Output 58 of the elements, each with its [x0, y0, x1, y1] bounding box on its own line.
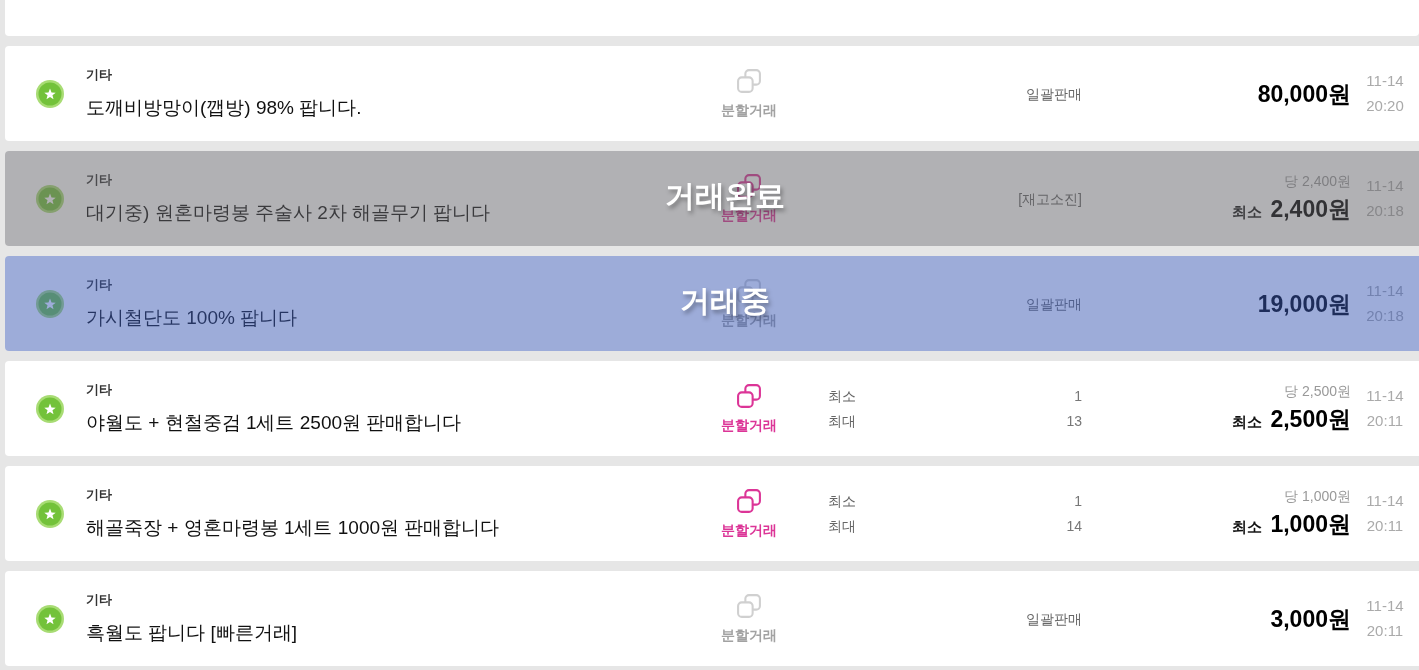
price-amount: 2,400원 [1270, 194, 1351, 223]
max-label: 최대 [828, 412, 856, 430]
min-quantity: 1 [1074, 387, 1082, 405]
date-text: 11-14 [1366, 491, 1404, 511]
max-quantity: 14 [1066, 517, 1082, 535]
time-text: 20:11 [1366, 411, 1404, 431]
star-badge-icon [36, 79, 64, 108]
split-trade-label: 분할거래 [721, 521, 777, 539]
unit-price: 당 2,500원 [1284, 381, 1351, 400]
category-label: 기타 [86, 592, 112, 608]
listing-card[interactable]: 기타 도깨비방망이(깹방) 98% 팝니다. 분할거래 일괄판매 80,000원 11-14 20:20 [5, 46, 1419, 141]
listing-card[interactable]: 기타 해골죽장 + 영혼마령봉 1세트 1000원 판매합니다 분할거래 최소 1 최대 14 당 1,000원 최소 1,000원 11-14 20:11 [5, 466, 1419, 561]
date-text: 11-14 [1366, 596, 1404, 616]
star-badge-icon [36, 184, 64, 213]
date-text: 11-14 [1366, 71, 1404, 91]
price-amount: 19,000원 [1257, 289, 1351, 318]
listing-title: 가시철단도 100% 팝니다 [86, 306, 298, 330]
sale-type-label: 일괄판매 [1026, 85, 1082, 102]
listing-title: 야월도 + 현철중검 1세트 2500원 판매합니다 [86, 411, 462, 435]
price-amount: 3,000원 [1270, 604, 1351, 633]
date-text: 11-14 [1366, 386, 1404, 406]
max-label: 최대 [828, 517, 856, 535]
min-quantity: 1 [1074, 492, 1082, 510]
listing-card[interactable]: 기타 흑월도 팝니다 [빠른거래] 분할거래 일괄판매 3,000원 11-14 20:11 [5, 571, 1419, 666]
split-trade-label: 분할거래 [721, 101, 777, 119]
category-label: 기타 [86, 172, 112, 188]
max-quantity: 13 [1066, 412, 1082, 430]
category-label: 기타 [86, 67, 112, 83]
category-label: 기타 [86, 382, 112, 398]
price-amount: 1,000원 [1270, 509, 1351, 538]
min-label: 최소 [828, 492, 856, 510]
sale-type-label: 일괄판매 [1026, 610, 1082, 627]
time-text: 20:11 [1366, 516, 1404, 536]
star-badge-icon [36, 289, 64, 318]
time-text: 20:11 [1366, 621, 1404, 641]
price-amount: 80,000원 [1257, 79, 1351, 108]
min-price-label: 최소 [1232, 201, 1263, 222]
listing-title: 대기중) 원혼마령봉 주술사 2차 해골무기 팝니다 [86, 201, 491, 225]
min-price-label: 최소 [1232, 411, 1263, 432]
split-trade-label: 분할거래 [721, 416, 777, 434]
split-trade-label: 분할거래 [721, 626, 777, 644]
listing-card[interactable] [5, 0, 1419, 36]
listing-card[interactable]: 기타 야월도 + 현철중검 1세트 2500원 판매합니다 분할거래 최소 1 최대 13 당 2,500원 최소 2,500원 11-14 20:11 [5, 361, 1419, 456]
listing-title: 해골죽장 + 영혼마령봉 1세트 1000원 판매합니다 [86, 516, 500, 540]
unit-price: 당 1,000원 [1284, 486, 1351, 505]
category-label: 기타 [86, 277, 112, 293]
listing-title: 흑월도 팝니다 [빠른거래] [86, 621, 298, 645]
star-badge-icon [36, 604, 64, 633]
star-badge-icon [36, 394, 64, 423]
min-label: 최소 [828, 387, 856, 405]
listing-title: 도깨비방망이(깹방) 98% 팝니다. [86, 96, 362, 120]
time-text: 20:20 [1366, 96, 1404, 116]
sale-type-label: [재고소진] [1018, 190, 1082, 207]
category-label: 기타 [86, 487, 112, 503]
price-amount: 2,500원 [1270, 404, 1351, 433]
sale-type-label: 일괄판매 [1026, 295, 1082, 312]
min-price-label: 최소 [1232, 516, 1263, 537]
star-badge-icon [36, 499, 64, 528]
